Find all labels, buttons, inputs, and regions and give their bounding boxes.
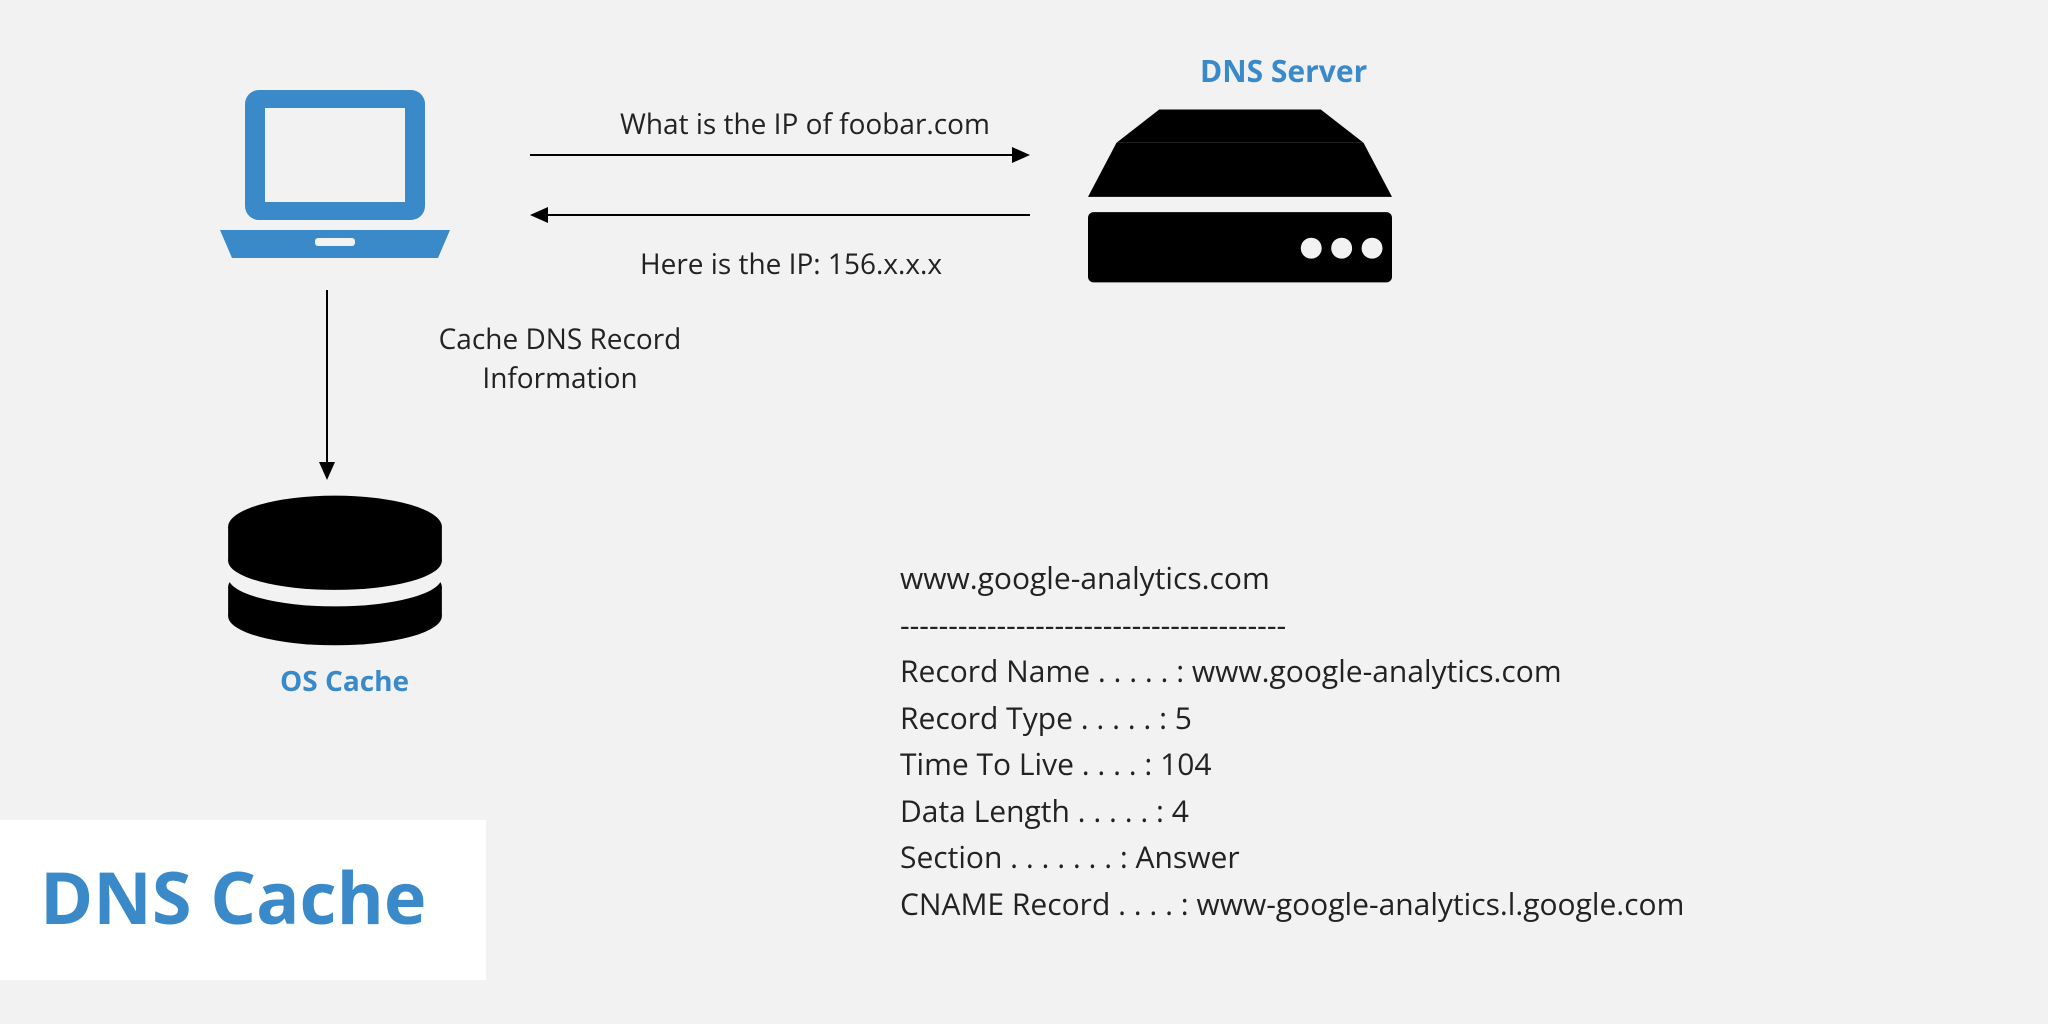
arrow-left-icon [530, 205, 1030, 225]
record-section-line: Section . . . . . . . : Answer [900, 834, 1684, 881]
dns-record-dump: www.google-analytics.com ---------------… [900, 555, 1684, 927]
dns-server-label: DNS Server [1200, 50, 1367, 91]
cache-arrow-line2: Information [482, 359, 637, 397]
server-icon [1080, 100, 1400, 295]
diagram-title: DNS Cache [0, 820, 486, 980]
record-name-line: Record Name . . . . . : www.google-analy… [900, 648, 1684, 695]
disk-icon [210, 485, 460, 660]
query-label: What is the IP of foobar.com [620, 105, 990, 143]
cache-arrow-line1: Cache DNS Record [439, 320, 682, 358]
record-type-line: Record Type . . . . . : 5 [900, 695, 1684, 742]
record-datalen-line: Data Length . . . . . : 4 [900, 788, 1684, 835]
record-ttl-line: Time To Live . . . . : 104 [900, 741, 1684, 788]
record-divider: ---------------------------------------- [900, 602, 1684, 649]
response-label: Here is the IP: 156.x.x.x [640, 245, 942, 283]
record-cname-line: CNAME Record . . . . : www-google-analyt… [900, 881, 1684, 928]
arrow-down-icon [317, 290, 337, 480]
os-cache-label: OS Cache [280, 662, 409, 700]
record-host: www.google-analytics.com [900, 555, 1684, 602]
laptop-icon [210, 80, 460, 285]
arrow-right-icon [530, 145, 1030, 165]
cache-arrow-label: Cache DNS Record Information [370, 320, 750, 398]
